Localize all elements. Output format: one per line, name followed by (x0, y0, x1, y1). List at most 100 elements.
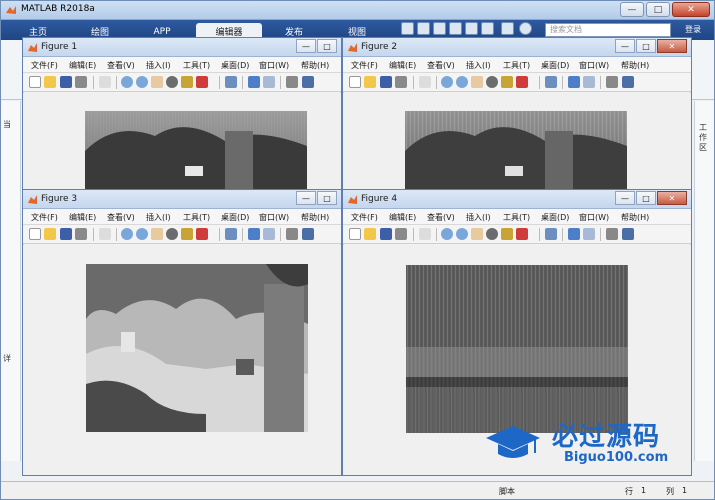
zoom-out-icon[interactable] (136, 228, 148, 240)
figure-maximize-button[interactable]: □ (636, 39, 656, 53)
figure-minimize-button[interactable]: — (296, 191, 316, 205)
brush-icon[interactable] (516, 76, 528, 88)
hide-tools-icon[interactable] (606, 228, 618, 240)
figure-canvas[interactable] (23, 245, 341, 475)
maximize-button[interactable]: □ (646, 2, 670, 17)
minimize-button[interactable]: — (620, 2, 644, 17)
quick-undo-icon[interactable] (465, 22, 478, 35)
legend-icon[interactable] (263, 228, 275, 240)
menu-window[interactable]: 窗口(W) (259, 60, 289, 71)
save-icon[interactable] (380, 76, 392, 88)
open-icon[interactable] (44, 228, 56, 240)
zoom-in-icon[interactable] (441, 228, 453, 240)
legend-icon[interactable] (263, 76, 275, 88)
pointer-icon[interactable] (99, 76, 111, 88)
show-tools-icon[interactable] (302, 76, 314, 88)
new-figure-icon[interactable] (29, 76, 41, 88)
rotate-icon[interactable] (166, 228, 178, 240)
menu-edit[interactable]: 编辑(E) (69, 212, 96, 223)
rotate-icon[interactable] (486, 76, 498, 88)
figure-maximize-button[interactable]: □ (317, 39, 337, 53)
menu-help[interactable]: 帮助(H) (621, 60, 649, 71)
rotate-icon[interactable] (166, 76, 178, 88)
pan-icon[interactable] (151, 76, 163, 88)
new-figure-icon[interactable] (349, 76, 361, 88)
menu-desktop[interactable]: 桌面(D) (221, 212, 249, 223)
menu-window[interactable]: 窗口(W) (579, 60, 609, 71)
figure-minimize-button[interactable]: — (615, 39, 635, 53)
legend-icon[interactable] (583, 228, 595, 240)
link-icon[interactable] (545, 76, 557, 88)
menu-view[interactable]: 查看(V) (427, 212, 455, 223)
quick-save-icon[interactable] (401, 22, 414, 35)
menu-help[interactable]: 帮助(H) (301, 212, 329, 223)
brush-icon[interactable] (196, 76, 208, 88)
search-documentation-input[interactable]: 搜索文档 (545, 23, 671, 37)
menu-insert[interactable]: 插入(I) (466, 212, 491, 223)
new-figure-icon[interactable] (349, 228, 361, 240)
menu-desktop[interactable]: 桌面(D) (541, 212, 569, 223)
zoom-out-icon[interactable] (136, 76, 148, 88)
login-link[interactable]: 登录 (685, 24, 701, 35)
menu-tools[interactable]: 工具(T) (183, 212, 210, 223)
help-icon[interactable] (519, 22, 532, 35)
menu-view[interactable]: 查看(V) (107, 60, 135, 71)
figure-window-1[interactable]: Figure 1 — □ 文件(F) 编辑(E) 查看(V) 插入(I) 工具(… (22, 37, 342, 197)
menu-tools[interactable]: 工具(T) (503, 60, 530, 71)
menu-desktop[interactable]: 桌面(D) (541, 60, 569, 71)
close-button[interactable]: ✕ (672, 2, 710, 17)
colorbar-icon[interactable] (568, 228, 580, 240)
brush-icon[interactable] (516, 228, 528, 240)
hide-tools-icon[interactable] (286, 228, 298, 240)
print-icon[interactable] (75, 76, 87, 88)
menu-file[interactable]: 文件(F) (31, 60, 58, 71)
menu-help[interactable]: 帮助(H) (621, 212, 649, 223)
zoom-out-icon[interactable] (456, 228, 468, 240)
zoom-in-icon[interactable] (121, 228, 133, 240)
figure-maximize-button[interactable]: □ (317, 191, 337, 205)
open-icon[interactable] (364, 76, 376, 88)
link-icon[interactable] (225, 76, 237, 88)
figure-window-2[interactable]: Figure 2 — □ ✕ 文件(F) 编辑(E) 查看(V) 插入(I) 工… (342, 37, 692, 197)
pan-icon[interactable] (471, 228, 483, 240)
save-icon[interactable] (380, 228, 392, 240)
print-icon[interactable] (395, 228, 407, 240)
print-icon[interactable] (395, 76, 407, 88)
save-icon[interactable] (60, 228, 72, 240)
data-cursor-icon[interactable] (181, 76, 193, 88)
menu-view[interactable]: 查看(V) (107, 212, 135, 223)
open-icon[interactable] (364, 228, 376, 240)
link-icon[interactable] (225, 228, 237, 240)
menu-tools[interactable]: 工具(T) (183, 60, 210, 71)
show-tools-icon[interactable] (302, 228, 314, 240)
print-icon[interactable] (75, 228, 87, 240)
new-figure-icon[interactable] (29, 228, 41, 240)
colorbar-icon[interactable] (248, 228, 260, 240)
pointer-icon[interactable] (419, 76, 431, 88)
figure-window-3[interactable]: Figure 3 — □ 文件(F) 编辑(E) 查看(V) 插入(I) 工具(… (22, 189, 342, 476)
menu-file[interactable]: 文件(F) (31, 212, 58, 223)
colorbar-icon[interactable] (248, 76, 260, 88)
data-cursor-icon[interactable] (501, 76, 513, 88)
workspace-panel[interactable]: 工作区 (694, 101, 714, 461)
save-icon[interactable] (60, 76, 72, 88)
show-tools-icon[interactable] (622, 76, 634, 88)
data-cursor-icon[interactable] (181, 228, 193, 240)
menu-tools[interactable]: 工具(T) (503, 212, 530, 223)
figure-close-button[interactable]: ✕ (657, 39, 687, 53)
menu-view[interactable]: 查看(V) (427, 60, 455, 71)
menu-insert[interactable]: 插入(I) (146, 212, 171, 223)
hide-tools-icon[interactable] (286, 76, 298, 88)
figure-minimize-button[interactable]: — (296, 39, 316, 53)
menu-insert[interactable]: 插入(I) (466, 60, 491, 71)
show-tools-icon[interactable] (622, 228, 634, 240)
menu-edit[interactable]: 编辑(E) (389, 60, 416, 71)
pan-icon[interactable] (151, 228, 163, 240)
menu-desktop[interactable]: 桌面(D) (221, 60, 249, 71)
menu-file[interactable]: 文件(F) (351, 60, 378, 71)
figure-canvas[interactable] (23, 93, 341, 196)
quick-redo-icon[interactable] (481, 22, 494, 35)
quick-paste-icon[interactable] (449, 22, 462, 35)
menu-window[interactable]: 窗口(W) (579, 212, 609, 223)
zoom-in-icon[interactable] (121, 76, 133, 88)
